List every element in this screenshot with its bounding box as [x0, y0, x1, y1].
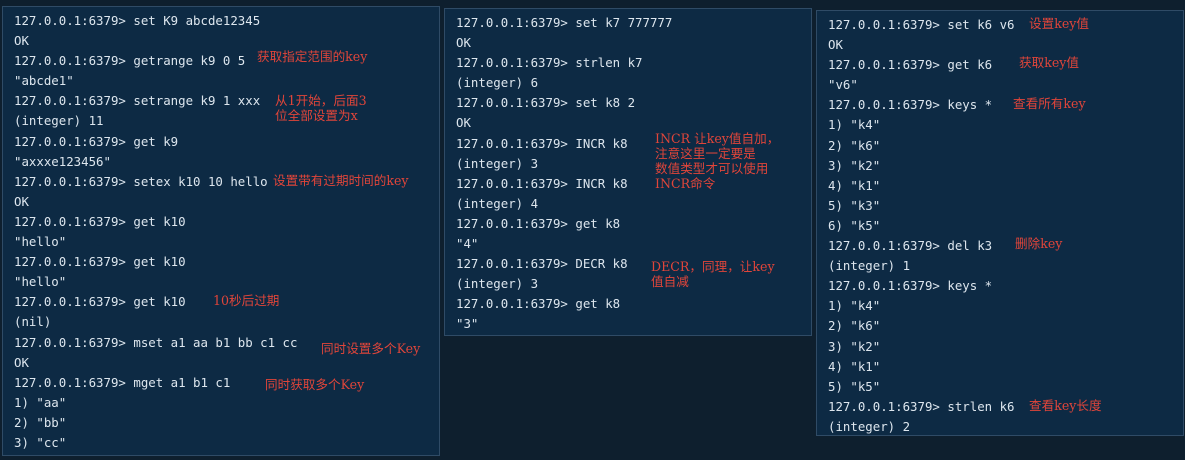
annotation-mset: 同时设置多个Key: [321, 341, 421, 356]
terminal-line: (integer) 6: [456, 75, 539, 91]
terminal-line: 127.0.0.1:6379> set k8 2: [456, 95, 636, 111]
terminal-line: 2) "k6": [828, 137, 881, 153]
terminal-line: 3) "k2": [828, 338, 881, 354]
terminal-line: 5) "k5": [828, 378, 881, 394]
terminal-line: "hello": [14, 274, 67, 290]
terminal-output: 127.0.0.1:6379> set k6 v6 OK 127.0.0.1:6…: [828, 15, 1015, 437]
annotation-expire: 10秒后过期: [213, 293, 280, 308]
terminal-line: 127.0.0.1:6379> mget a1 b1 c1: [14, 374, 231, 390]
annotation-mget: 同时获取多个Key: [265, 377, 365, 392]
terminal-output: 127.0.0.1:6379> set K9 abcde12345 OK 127…: [14, 11, 297, 453]
terminal-line: 127.0.0.1:6379> get k10: [14, 254, 186, 270]
terminal-line: 127.0.0.1:6379> del k3: [828, 238, 993, 254]
terminal-line: 127.0.0.1:6379> keys *: [828, 278, 993, 294]
terminal-line: 127.0.0.1:6379> strlen k7: [456, 55, 643, 71]
terminal-line: 127.0.0.1:6379> set K9 abcde12345: [14, 13, 261, 28]
annotation-set-key: 设置key值: [1029, 16, 1089, 31]
terminal-line: "axxxe123456": [14, 153, 111, 169]
terminal-line: 127.0.0.1:6379> setrange k9 1 xxx: [14, 93, 261, 109]
terminal-line: 127.0.0.1:6379> get k9: [14, 133, 179, 149]
terminal-line: 127.0.0.1:6379> INCR k8: [456, 135, 628, 151]
terminal-line: 1) "k4": [828, 298, 881, 314]
terminal-line: "abcde1": [14, 73, 74, 89]
terminal-line: 127.0.0.1:6379> get k8: [456, 296, 621, 312]
terminal-line: (integer) 3: [456, 155, 539, 171]
annotation-get-key: 获取key值: [1019, 55, 1079, 70]
terminal-line: 127.0.0.1:6379> set k6 v6: [828, 17, 1015, 32]
annotation-getrange: 获取指定范围的key: [257, 49, 368, 64]
annotation-incr: INCR 让key值自加， 注意这里一定要是 数值类型才可以使用 INCR命令: [655, 131, 780, 191]
annotation-del: 删除key: [1015, 236, 1063, 251]
terminal-line: "3": [456, 316, 479, 332]
terminal-line: "v6": [828, 77, 858, 93]
terminal-line: 127.0.0.1:6379> INCR k8: [456, 175, 628, 191]
terminal-pane-left[interactable]: 127.0.0.1:6379> set K9 abcde12345 OK 127…: [2, 6, 440, 456]
terminal-line: 5) "k3": [828, 197, 881, 213]
terminal-line: 2) "k6": [828, 318, 881, 334]
terminal-line: OK: [14, 33, 29, 49]
terminal-line: 127.0.0.1:6379> strlen k6: [828, 398, 1015, 414]
terminal-line: 2) "bb": [14, 414, 67, 430]
terminal-line: 6) "k5": [828, 217, 881, 233]
annotation-strlen: 查看key长度: [1029, 398, 1102, 413]
terminal-line: (integer) 2: [828, 418, 911, 434]
terminal-pane-right[interactable]: 127.0.0.1:6379> set k6 v6 OK 127.0.0.1:6…: [816, 10, 1184, 436]
terminal-line: 127.0.0.1:6379> get k10: [14, 213, 186, 229]
terminal-line: (integer) 11: [14, 113, 104, 129]
terminal-line: 4) "k1": [828, 177, 881, 193]
terminal-line: 127.0.0.1:6379> keys *: [828, 97, 993, 113]
terminal-line: OK: [14, 193, 29, 209]
terminal-line: 127.0.0.1:6379> setex k10 10 hello: [14, 173, 268, 189]
terminal-line: (integer) 1: [828, 258, 911, 274]
terminal-line: 1) "k4": [828, 117, 881, 133]
annotation-decr: DECR，同理，让key 值自减: [651, 259, 775, 289]
terminal-output: 127.0.0.1:6379> set k7 777777 OK 127.0.0…: [456, 13, 672, 335]
terminal-line: (integer) 4: [456, 195, 539, 211]
annotation-keys: 查看所有key: [1013, 96, 1086, 111]
terminal-line: 127.0.0.1:6379> get k8: [456, 215, 621, 231]
terminal-line: (nil): [14, 314, 52, 330]
terminal-line: 127.0.0.1:6379> set k7 777777: [456, 15, 673, 30]
annotation-setrange: 从1开始，后面3 位全部设置为x: [275, 93, 367, 123]
terminal-line: 127.0.0.1:6379> DECR k8: [456, 256, 628, 272]
terminal-line: OK: [14, 354, 29, 370]
terminal-line: "4": [456, 236, 479, 252]
terminal-pane-middle[interactable]: 127.0.0.1:6379> set k7 777777 OK 127.0.0…: [444, 8, 812, 336]
annotation-setex: 设置带有过期时间的key: [273, 173, 409, 188]
terminal-line: 3) "k2": [828, 157, 881, 173]
terminal-line: OK: [828, 37, 843, 53]
terminal-line: "hello": [14, 234, 67, 250]
terminal-line: OK: [456, 115, 471, 131]
terminal-line: 127.0.0.1:6379> get k6: [828, 57, 993, 73]
terminal-line: 127.0.0.1:6379> getrange k9 0 5: [14, 53, 246, 69]
terminal-line: OK: [456, 35, 471, 51]
terminal-line: 3) "cc": [14, 434, 67, 450]
terminal-line: 127.0.0.1:6379> mset a1 aa b1 bb c1 cc: [14, 334, 298, 350]
terminal-line: (integer) 3: [456, 276, 539, 292]
terminal-line: 1) "aa": [14, 394, 67, 410]
terminal-line: 4) "k1": [828, 358, 881, 374]
